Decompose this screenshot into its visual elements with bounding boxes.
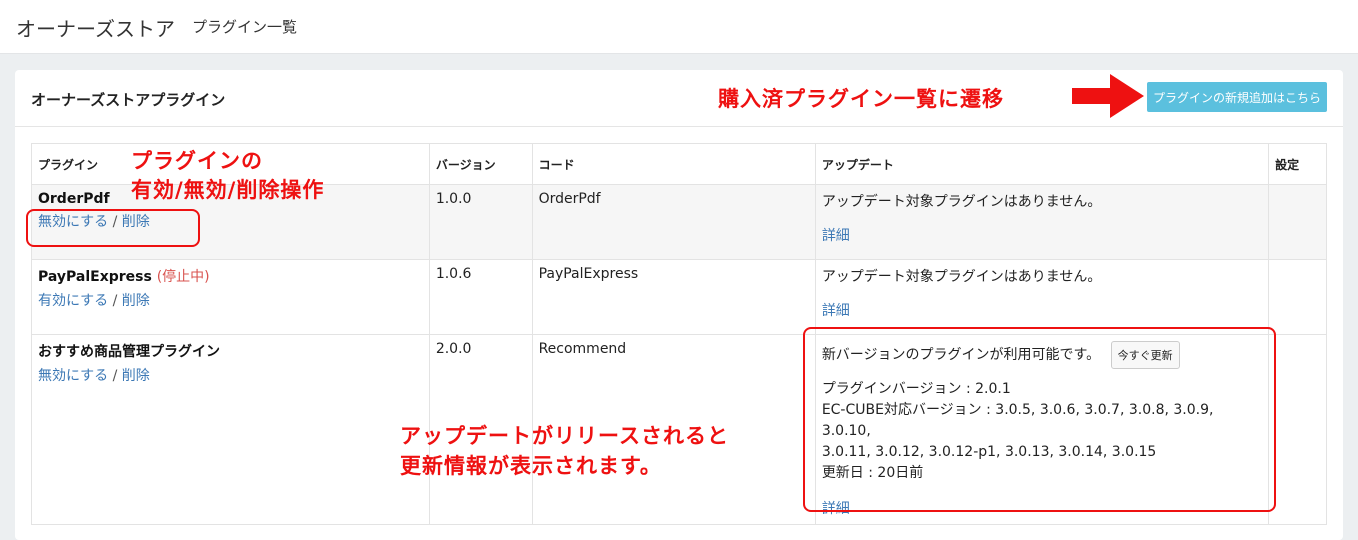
header-version: バージョン xyxy=(428,143,533,185)
delete-link[interactable]: 削除 xyxy=(122,368,150,384)
detail-link[interactable]: 詳細 xyxy=(822,225,1262,245)
settings-cell xyxy=(1268,259,1327,335)
plugin-actions: 無効にする / 削除 xyxy=(38,365,423,385)
settings-cell xyxy=(1268,184,1327,260)
annotation-ops-line1: プラグインの xyxy=(131,149,263,173)
plugin-name: PayPalExpress xyxy=(38,269,152,285)
plugin-name: おすすめ商品管理プラグイン xyxy=(38,344,220,360)
header-code: コード xyxy=(531,143,816,185)
plugin-name-line: PayPalExpress (停止中) xyxy=(38,266,423,286)
plugin-cell: おすすめ商品管理プラグイン 無効にする / 削除 xyxy=(31,334,430,525)
table-row: PayPalExpress (停止中) 有効にする / 削除 1.0.6 Pay… xyxy=(31,259,1327,335)
annotation-purchased: 購入済プラグイン一覧に遷移 xyxy=(718,87,1004,111)
version-cell: 1.0.0 xyxy=(428,184,533,260)
disable-link[interactable]: 無効にする xyxy=(38,368,108,384)
panel-title: オーナーズストアプラグイン xyxy=(31,91,226,109)
stopped-badge: (停止中) xyxy=(156,269,210,285)
action-separator: / xyxy=(112,368,118,384)
page-subtitle: プラグイン一覧 xyxy=(192,18,298,36)
add-plugin-button[interactable]: プラグインの新規追加はこちら xyxy=(1147,82,1327,112)
annotation-operations: プラグインの 有効/無効/削除操作 xyxy=(131,147,324,205)
detail-link[interactable]: 詳細 xyxy=(822,300,1262,320)
plugin-cell: PayPalExpress (停止中) 有効にする / 削除 xyxy=(31,259,430,335)
header-update: アップデート xyxy=(814,143,1270,185)
arrow-right-icon xyxy=(1072,74,1144,118)
code-cell: PayPalExpress xyxy=(531,259,816,335)
update-cell: アップデート対象プラグインはありません。 詳細 xyxy=(814,184,1270,260)
delete-link[interactable]: 削除 xyxy=(122,293,150,309)
action-separator: / xyxy=(112,293,118,309)
header-settings: 設定 xyxy=(1268,143,1327,185)
version-cell: 1.0.6 xyxy=(428,259,533,335)
enable-link[interactable]: 有効にする xyxy=(38,293,108,309)
settings-cell xyxy=(1268,334,1327,525)
annotation-release-line2: 更新情報が表示されます。 xyxy=(400,454,662,478)
highlight-update-box xyxy=(803,327,1276,512)
annotation-release: アップデートがリリースされると 更新情報が表示されます。 xyxy=(400,421,729,481)
update-status: アップデート対象プラグインはありません。 xyxy=(821,194,1102,210)
code-cell: OrderPdf xyxy=(531,184,816,260)
annotation-ops-line2: 有効/無効/削除操作 xyxy=(131,178,325,202)
plugin-actions: 有効にする / 削除 xyxy=(38,290,423,310)
update-cell: アップデート対象プラグインはありません。 詳細 xyxy=(814,259,1270,335)
annotation-release-line1: アップデートがリリースされると xyxy=(400,424,729,448)
top-bar: オーナーズストア プラグイン一覧 xyxy=(0,0,1358,54)
update-status: アップデート対象プラグインはありません。 xyxy=(821,269,1102,285)
highlight-actions-box xyxy=(26,209,200,247)
page-title: オーナーズストア xyxy=(16,17,175,41)
